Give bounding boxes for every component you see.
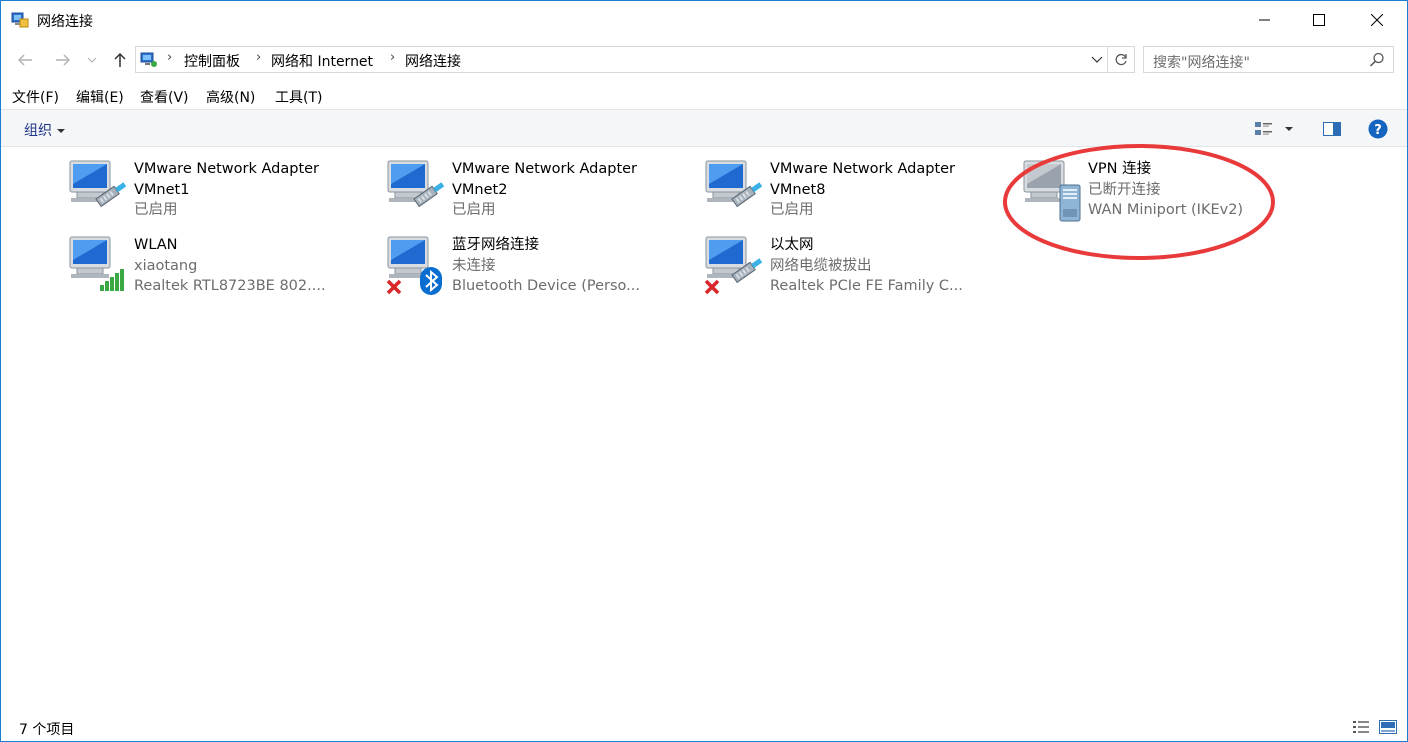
breadcrumb-network-connections[interactable]: 网络连接 [405, 51, 461, 71]
ethernet-unplugged-icon [704, 235, 768, 299]
network-connections-window: 网络连接 › 控制面板 › 网络和 Internet › 网络连接 搜索"网络连… [0, 0, 1408, 742]
connection-details: 蓝牙网络连接 未连接 Bluetooth Device (Perso... [452, 235, 692, 297]
title-bar: 网络连接 [1, 1, 1407, 39]
organize-button[interactable]: 组织 [24, 120, 65, 140]
connection-details: VMware Network Adapter VMnet8 已启用 [770, 159, 1010, 221]
annotation-circle [1001, 141, 1281, 263]
connection-details: WLAN xiaotang Realtek RTL8723BE 802.... [134, 235, 374, 297]
connection-status: 已启用 [770, 202, 814, 218]
refresh-button[interactable] [1107, 47, 1134, 72]
minimize-button[interactable] [1239, 1, 1291, 39]
menu-edit[interactable]: 编辑(E) [76, 87, 124, 107]
connection-item[interactable]: VMware Network Adapter VMnet8 已启用 [704, 159, 1014, 231]
chevron-down-icon [57, 129, 65, 133]
breadcrumb-separator-icon[interactable]: › [256, 50, 261, 65]
details-view-icon[interactable] [1352, 718, 1370, 736]
organize-label: 组织 [24, 123, 52, 139]
connection-name: 蓝牙网络连接 [452, 237, 539, 253]
wired-adapter-icon [704, 159, 768, 223]
connection-status: Realtek RTL8723BE 802.... [134, 278, 326, 294]
wired-adapter-icon [68, 159, 132, 223]
window-title: 网络连接 [37, 14, 93, 30]
connection-name: VMware Network Adapter [452, 161, 638, 177]
connection-network: 未连接 [452, 257, 496, 274]
menu-view[interactable]: 查看(V) [140, 87, 189, 107]
connection-item[interactable]: WLAN xiaotang Realtek RTL8723BE 802.... [68, 235, 378, 307]
search-box[interactable]: 搜索"网络连接" [1143, 46, 1394, 73]
connection-network: VMnet8 [770, 181, 826, 198]
connection-network: VMnet2 [452, 181, 508, 198]
connection-network: xiaotang [134, 257, 198, 274]
network-connections-icon [11, 11, 29, 29]
connection-item[interactable]: 以太网 网络电缆被拔出 Realtek PCIe FE Family C... [704, 235, 1014, 307]
search-icon[interactable] [1369, 52, 1385, 68]
menu-tools[interactable]: 工具(T) [275, 87, 322, 107]
breadcrumb-separator-icon[interactable]: › [390, 50, 395, 65]
recent-locations-button[interactable] [83, 47, 101, 73]
menu-file[interactable]: 文件(F) [12, 87, 59, 107]
maximize-button[interactable] [1293, 1, 1345, 39]
wired-adapter-icon [386, 159, 450, 223]
back-button[interactable] [13, 47, 37, 73]
connection-status: 已启用 [134, 202, 178, 218]
connection-status: 已启用 [452, 202, 496, 218]
preview-pane-icon[interactable] [1322, 119, 1342, 139]
change-view-icon[interactable] [1254, 119, 1274, 139]
search-input[interactable]: 搜索"网络连接" [1153, 52, 1250, 72]
connection-item[interactable]: 蓝牙网络连接 未连接 Bluetooth Device (Perso... [386, 235, 696, 307]
breadcrumb-separator-icon[interactable]: › [167, 50, 172, 65]
bluetooth-adapter-icon [386, 235, 450, 299]
connection-name: VMware Network Adapter [770, 161, 956, 177]
connection-details: 以太网 网络电缆被拔出 Realtek PCIe FE Family C... [770, 235, 1010, 297]
close-button[interactable] [1351, 1, 1403, 39]
svg-text:?: ? [1374, 123, 1382, 138]
wifi-adapter-icon [68, 235, 132, 299]
view-options-chevron-icon[interactable] [1282, 119, 1296, 139]
connection-network: VMnet1 [134, 181, 190, 198]
connection-item[interactable]: VMware Network Adapter VMnet2 已启用 [386, 159, 696, 231]
control-panel-icon [140, 51, 158, 69]
menu-advanced[interactable]: 高级(N) [206, 87, 255, 107]
up-button[interactable] [108, 47, 132, 73]
address-bar[interactable]: › 控制面板 › 网络和 Internet › 网络连接 [135, 46, 1135, 73]
connection-name: WLAN [134, 237, 178, 253]
address-dropdown-button[interactable] [1087, 49, 1107, 71]
status-item-count: 7 个项目 [19, 722, 75, 738]
connection-status: Realtek PCIe FE Family C... [770, 278, 963, 294]
connection-name: 以太网 [770, 237, 814, 253]
connection-name: VMware Network Adapter [134, 161, 320, 177]
help-icon[interactable]: ? [1368, 119, 1388, 139]
breadcrumb-network-internet[interactable]: 网络和 Internet [271, 51, 373, 71]
connection-network: 网络电缆被拔出 [770, 257, 872, 274]
forward-button[interactable] [51, 47, 75, 73]
large-icons-view-icon[interactable] [1379, 718, 1397, 736]
connection-item[interactable]: VMware Network Adapter VMnet1 已启用 [68, 159, 378, 231]
breadcrumb-control-panel[interactable]: 控制面板 [184, 51, 240, 71]
connection-details: VMware Network Adapter VMnet1 已启用 [134, 159, 374, 221]
connection-status: Bluetooth Device (Perso... [452, 278, 640, 294]
connection-details: VMware Network Adapter VMnet2 已启用 [452, 159, 692, 221]
